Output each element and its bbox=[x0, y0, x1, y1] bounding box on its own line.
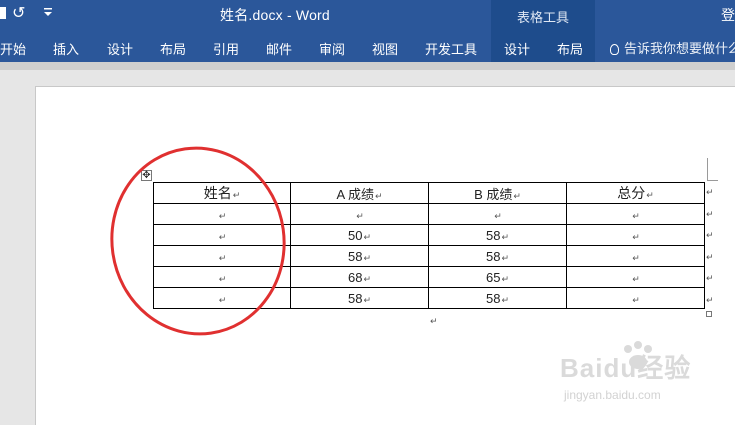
row-end-mark: ↵ bbox=[706, 230, 714, 240]
tab-view[interactable]: 视图 bbox=[372, 39, 398, 58]
row-end-mark: ↵ bbox=[706, 187, 714, 197]
tab-table-design[interactable]: 设计 bbox=[504, 39, 530, 58]
cell-value: 50 bbox=[347, 227, 363, 243]
undo-icon[interactable]: ↺ bbox=[12, 4, 25, 24]
cell-mark: ↵ bbox=[632, 294, 640, 305]
table-cell[interactable]: 65↵ bbox=[428, 266, 567, 288]
table-tools-label: 表格工具 bbox=[516, 10, 569, 25]
cell-mark: ↵ bbox=[632, 273, 640, 284]
table-cell[interactable]: ↵ bbox=[566, 224, 705, 246]
watermark-brand: Baidu经验 bbox=[560, 353, 692, 383]
cell-value: 68 bbox=[347, 269, 363, 285]
table-cell[interactable]: 58↵ bbox=[428, 287, 567, 309]
tab-table-layout[interactable]: 布局 bbox=[557, 39, 583, 58]
margin-crop-mark bbox=[707, 158, 718, 181]
cell-value: 58 bbox=[485, 290, 501, 306]
cell-mark: ↵ bbox=[513, 190, 521, 201]
save-icon[interactable] bbox=[0, 6, 8, 26]
table-cell[interactable]: 58↵ bbox=[428, 224, 567, 246]
header-a-score: A 成绩 bbox=[336, 186, 375, 202]
cell-mark: ↵ bbox=[501, 252, 509, 263]
tab-developer[interactable]: 开发工具 bbox=[425, 39, 477, 58]
table-cell[interactable]: 68↵ bbox=[290, 266, 429, 288]
table-cell[interactable]: ↵ bbox=[566, 203, 705, 225]
tell-me-text: 告诉我你想要做什么 bbox=[624, 41, 735, 56]
table-cell[interactable]: 50↵ bbox=[290, 224, 429, 246]
tab-insert[interactable]: 插入 bbox=[53, 39, 79, 58]
table-resize-handle[interactable] bbox=[706, 311, 712, 317]
cell-mark: ↵ bbox=[646, 190, 654, 200]
cell-value: 65 bbox=[485, 269, 501, 285]
cell-mark: ↵ bbox=[363, 252, 371, 263]
cell-mark: ↵ bbox=[632, 231, 640, 242]
cell-mark: ↵ bbox=[494, 210, 502, 221]
window-title: 姓名.docx - Word bbox=[220, 7, 330, 23]
row-end-mark: ↵ bbox=[706, 295, 714, 305]
paragraph-mark: ↵ bbox=[430, 316, 438, 326]
tab-mailings[interactable]: 邮件 bbox=[266, 39, 292, 58]
table-cell[interactable]: 58↵ bbox=[290, 287, 429, 309]
header-b-score: B 成绩 bbox=[474, 186, 513, 202]
cell-mark: ↵ bbox=[363, 273, 371, 284]
tab-home[interactable]: 开始 bbox=[0, 39, 26, 58]
ribbon-edge bbox=[0, 62, 735, 70]
customize-qat-icon[interactable] bbox=[44, 4, 52, 24]
table-cell[interactable]: ↵ bbox=[566, 287, 705, 309]
cell-mark: ↵ bbox=[632, 210, 640, 221]
row-end-mark: ↵ bbox=[706, 273, 714, 283]
table-cell[interactable]: 总分↵ bbox=[566, 182, 705, 204]
ribbon-tabs: 开始 插入 设计 布局 引用 邮件 审阅 视图 开发工具 告诉我你想要做什么 bbox=[0, 31, 735, 62]
tab-references[interactable]: 引用 bbox=[213, 39, 239, 58]
title-bar: ↺ 姓名.docx - Word 登 bbox=[0, 0, 735, 31]
table-cell[interactable]: ↵ bbox=[428, 203, 567, 225]
table-cell[interactable]: 58↵ bbox=[428, 245, 567, 267]
tell-me-box[interactable]: 告诉我你想要做什么 bbox=[610, 38, 735, 57]
cell-mark: ↵ bbox=[501, 273, 509, 284]
tab-review[interactable]: 审阅 bbox=[319, 39, 345, 58]
cell-mark: ↵ bbox=[356, 210, 364, 221]
cell-mark: ↵ bbox=[501, 231, 509, 242]
cell-mark: ↵ bbox=[632, 252, 640, 263]
row-end-mark: ↵ bbox=[706, 209, 714, 219]
cell-mark: ↵ bbox=[363, 294, 371, 305]
table-cell[interactable]: ↵ bbox=[290, 203, 429, 225]
cell-value: 58 bbox=[485, 227, 501, 243]
cell-mark: ↵ bbox=[501, 294, 509, 305]
table-cell[interactable]: ↵ bbox=[566, 266, 705, 288]
tab-layout[interactable]: 布局 bbox=[160, 39, 186, 58]
tab-design[interactable]: 设计 bbox=[107, 39, 133, 58]
annotation-circle bbox=[110, 146, 286, 336]
lightbulb-icon bbox=[610, 44, 619, 55]
table-cell[interactable]: B 成绩↵ bbox=[428, 182, 567, 204]
cell-value: 58 bbox=[485, 248, 501, 264]
table-cell[interactable]: ↵ bbox=[566, 245, 705, 267]
cell-mark: ↵ bbox=[375, 190, 383, 201]
table-tools-group: 表格工具 设计 布局 bbox=[491, 0, 595, 62]
cell-value: 58 bbox=[347, 248, 363, 264]
row-end-mark: ↵ bbox=[706, 252, 714, 262]
sign-in-link[interactable]: 登 bbox=[721, 5, 735, 25]
table-cell[interactable]: A 成绩↵ bbox=[290, 182, 429, 204]
table-cell[interactable]: 58↵ bbox=[290, 245, 429, 267]
cell-mark: ↵ bbox=[363, 231, 371, 242]
header-total: 总分 bbox=[617, 185, 646, 201]
cell-value: 58 bbox=[347, 290, 363, 306]
watermark-url: jingyan.baidu.com bbox=[564, 388, 661, 402]
